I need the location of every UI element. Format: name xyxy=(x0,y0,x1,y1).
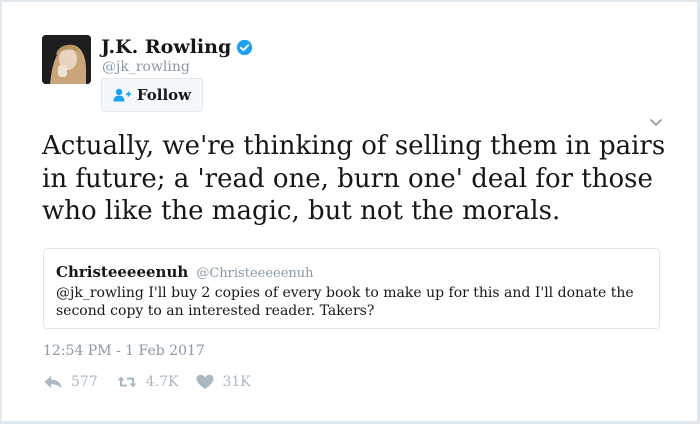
author-name[interactable]: J.K. Rowling xyxy=(101,36,231,58)
reply-button[interactable]: 577 xyxy=(43,374,98,390)
reply-icon xyxy=(43,374,63,390)
retweet-icon xyxy=(116,374,138,390)
tweet-actions: 577 4.7K 31K xyxy=(43,374,269,390)
chevron-down-icon[interactable] xyxy=(648,114,664,130)
avatar[interactable] xyxy=(42,35,91,84)
tweet-text: Actually, we're thinking of selling them… xyxy=(42,130,682,228)
author-row: J.K. Rowling xyxy=(101,36,253,58)
author-handle[interactable]: @jk_rowling xyxy=(102,59,190,75)
verified-badge-icon xyxy=(236,39,253,56)
tweet-card: J.K. Rowling @jk_rowling Follow Actually… xyxy=(1,1,698,422)
add-user-icon xyxy=(113,88,131,102)
quoted-tweet[interactable]: Christeeeeenuh @Christeeeeenuh @jk_rowli… xyxy=(43,248,660,329)
quoted-tweet-text: @jk_rowling I'll buy 2 copies of every b… xyxy=(56,284,647,320)
like-button[interactable]: 31K xyxy=(196,374,250,390)
follow-button[interactable]: Follow xyxy=(101,78,203,112)
quoted-author-name: Christeeeeenuh xyxy=(56,263,188,281)
retweet-count: 4.7K xyxy=(146,374,179,390)
retweet-button[interactable]: 4.7K xyxy=(116,374,179,390)
like-count: 31K xyxy=(222,374,250,390)
follow-button-label: Follow xyxy=(137,86,191,104)
tweet-timestamp[interactable]: 12:54 PM - 1 Feb 2017 xyxy=(43,343,205,359)
reply-count: 577 xyxy=(71,374,98,390)
heart-icon xyxy=(196,374,214,390)
quoted-author-handle: @Christeeeeenuh xyxy=(196,266,313,281)
